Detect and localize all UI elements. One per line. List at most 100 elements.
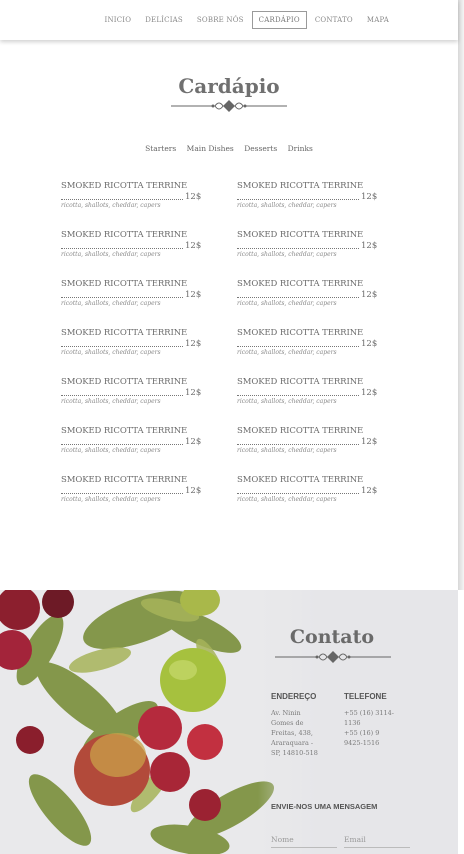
menu-item-name: SMOKED RICOTTA TERRINE <box>237 377 364 387</box>
dotted-leader <box>237 199 359 200</box>
menu-item-price: 12$ <box>361 339 378 349</box>
fruit-photo <box>0 590 300 854</box>
menu-item-description: ricotta, shallots, cheddar, capers <box>61 398 161 405</box>
address-heading: ENDEREÇO <box>271 692 317 701</box>
menu-item-description: ricotta, shallots, cheddar, capers <box>61 349 161 356</box>
menu-item-price: 12$ <box>361 290 378 300</box>
menu-item: SMOKED RICOTTA TERRINE 12$ ricotta, shallo… <box>61 230 201 270</box>
menu-item-price: 12$ <box>185 486 202 496</box>
tab-starters[interactable]: Starters <box>145 144 176 153</box>
phone-line: +55 (16) 9 <box>344 729 380 737</box>
menu-item-name: SMOKED RICOTTA TERRINE <box>61 279 188 289</box>
menu-item: SMOKED RICOTTA TERRINE 12$ ricotta, shallo… <box>237 377 377 417</box>
address-line: SP, 14810-518 <box>271 749 318 757</box>
menu-item: SMOKED RICOTTA TERRINE 12$ ricotta, shallo… <box>61 328 201 368</box>
scroll-edge <box>458 0 464 590</box>
nav-link-mapa[interactable]: MAPA <box>361 11 395 29</box>
menu-item-description: ricotta, shallots, cheddar, capers <box>237 300 337 307</box>
menu-item-name: SMOKED RICOTTA TERRINE <box>61 230 188 240</box>
menu-item-description: ricotta, shallots, cheddar, capers <box>237 202 337 209</box>
menu-item-description: ricotta, shallots, cheddar, capers <box>61 447 161 454</box>
menu-item: SMOKED RICOTTA TERRINE 12$ ricotta, shallo… <box>237 279 377 319</box>
menu-item: SMOKED RICOTTA TERRINE 12$ ricotta, shallo… <box>237 230 377 270</box>
menu-item-description: ricotta, shallots, cheddar, capers <box>237 447 337 454</box>
menu-item: SMOKED RICOTTA TERRINE 12$ ricotta, shallo… <box>61 181 201 221</box>
menu-item: SMOKED RICOTTA TERRINE 12$ ricotta, shallo… <box>61 279 201 319</box>
dotted-leader <box>61 248 183 249</box>
phone-line: 1136 <box>344 719 361 727</box>
menu-item-price: 12$ <box>185 241 202 251</box>
menu-item-price: 12$ <box>185 290 202 300</box>
ornamental-divider-icon <box>275 651 391 663</box>
menu-item-description: ricotta, shallots, cheddar, capers <box>237 349 337 356</box>
menu-item-name: SMOKED RICOTTA TERRINE <box>61 328 188 338</box>
email-field[interactable] <box>344 832 410 848</box>
phone-heading: TELEFONE <box>344 692 387 701</box>
name-field[interactable] <box>271 832 337 848</box>
dotted-leader <box>237 493 359 494</box>
nav-link-sobre-nos[interactable]: SOBRE NÓS <box>191 11 250 29</box>
nav-link-inicio[interactable]: INICIO <box>98 11 137 29</box>
dotted-leader <box>237 395 359 396</box>
menu-item-price: 12$ <box>185 388 202 398</box>
nav-link-contato[interactable]: CONTATO <box>309 11 359 29</box>
menu-item-name: SMOKED RICOTTA TERRINE <box>237 426 364 436</box>
menu-item: SMOKED RICOTTA TERRINE 12$ ricotta, shallo… <box>237 328 377 368</box>
menu-title: Cardápio <box>178 74 280 98</box>
tab-drinks[interactable]: Drinks <box>288 144 313 153</box>
menu-item-price: 12$ <box>361 388 378 398</box>
menu-item: SMOKED RICOTTA TERRINE 12$ ricotta, shallo… <box>61 377 201 417</box>
menu-item-description: ricotta, shallots, cheddar, capers <box>237 251 337 258</box>
contact-section: Contato ENDEREÇO Av. Ninin Gomes de Frei… <box>0 590 458 854</box>
menu-item-name: SMOKED RICOTTA TERRINE <box>237 181 364 191</box>
contact-title: Contato <box>289 626 375 648</box>
menu-category-tabs: Starters Main Dishes Desserts Drinks <box>0 144 458 153</box>
dotted-leader <box>61 297 183 298</box>
dotted-leader <box>237 346 359 347</box>
dotted-leader <box>61 493 183 494</box>
top-navigation: INICIO DELÍCIAS SOBRE NÓS CARDÁPIO CONTA… <box>0 0 458 40</box>
address-line: Gomes de <box>271 719 304 727</box>
nav-link-delicias[interactable]: DELÍCIAS <box>139 11 189 29</box>
address-line: Araraquara - <box>271 739 314 747</box>
menu-item-price: 12$ <box>361 437 378 447</box>
message-heading: ENVIE-NOS UMA MENSAGEM <box>271 802 378 811</box>
phone-line: 9425-1516 <box>344 739 380 747</box>
dotted-leader <box>61 444 183 445</box>
nav-link-cardapio[interactable]: CARDÁPIO <box>251 11 307 29</box>
menu-item: SMOKED RICOTTA TERRINE 12$ ricotta, shallo… <box>237 475 377 515</box>
ornamental-divider-icon <box>171 100 287 112</box>
menu-item-price: 12$ <box>361 241 378 251</box>
menu-item-price: 12$ <box>185 192 202 202</box>
menu-item-name: SMOKED RICOTTA TERRINE <box>61 426 188 436</box>
menu-item-name: SMOKED RICOTTA TERRINE <box>61 475 188 485</box>
dotted-leader <box>237 297 359 298</box>
tab-main-dishes[interactable]: Main Dishes <box>187 144 234 153</box>
menu-item: SMOKED RICOTTA TERRINE 12$ ricotta, shallo… <box>61 475 201 515</box>
tab-desserts[interactable]: Desserts <box>244 144 277 153</box>
menu-item-price: 12$ <box>361 486 378 496</box>
menu-item-description: ricotta, shallots, cheddar, capers <box>61 496 161 503</box>
menu-item-description: ricotta, shallots, cheddar, capers <box>61 251 161 258</box>
dotted-leader <box>237 248 359 249</box>
menu-item-price: 12$ <box>185 339 202 349</box>
menu-item-description: ricotta, shallots, cheddar, capers <box>237 496 337 503</box>
menu-item-name: SMOKED RICOTTA TERRINE <box>237 475 364 485</box>
address-line: Freitas, 438, <box>271 729 313 737</box>
menu-item-price: 12$ <box>361 192 378 202</box>
menu-item-name: SMOKED RICOTTA TERRINE <box>61 377 188 387</box>
dotted-leader <box>61 346 183 347</box>
address-line: Av. Ninin <box>271 709 301 717</box>
menu-item-name: SMOKED RICOTTA TERRINE <box>237 328 364 338</box>
menu-item: SMOKED RICOTTA TERRINE 12$ ricotta, shallo… <box>237 426 377 466</box>
menu-item-name: SMOKED RICOTTA TERRINE <box>237 230 364 240</box>
menu-item: SMOKED RICOTTA TERRINE 12$ ricotta, shallo… <box>237 181 377 221</box>
dotted-leader <box>61 395 183 396</box>
menu-item-description: ricotta, shallots, cheddar, capers <box>61 300 161 307</box>
menu-item-price: 12$ <box>185 437 202 447</box>
menu-item-name: SMOKED RICOTTA TERRINE <box>61 181 188 191</box>
menu-item-description: ricotta, shallots, cheddar, capers <box>237 398 337 405</box>
menu-item: SMOKED RICOTTA TERRINE 12$ ricotta, shallo… <box>61 426 201 466</box>
dotted-leader <box>61 199 183 200</box>
phone-line: +55 (16) 3114- <box>344 709 394 717</box>
